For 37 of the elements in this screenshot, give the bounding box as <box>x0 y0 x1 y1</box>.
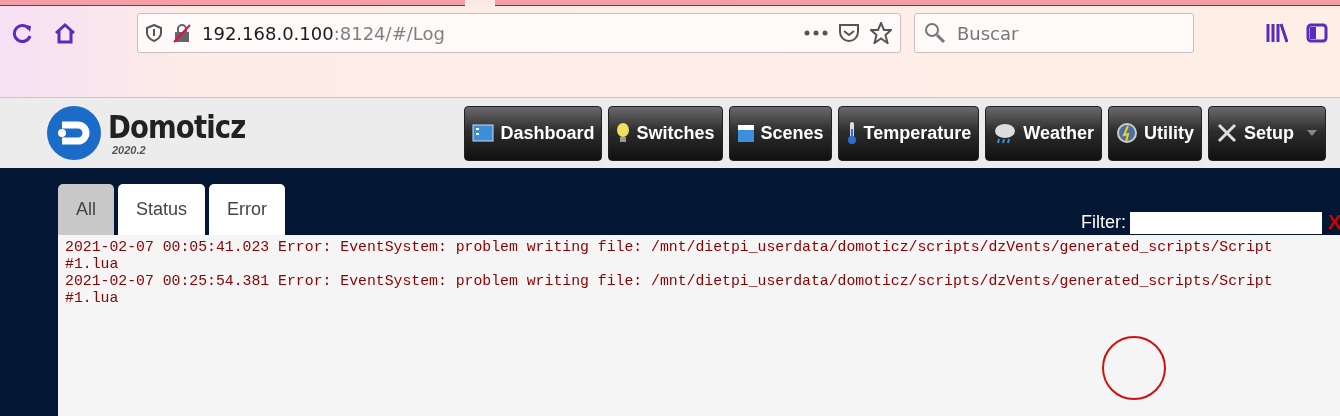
app-version: 2020.2 <box>112 144 147 156</box>
log-line: 2021-02-07 00:25:54.381 Error: EventSystem: problem writing file: /mnt/dietpi_userdata/domoticz/scripts/dzVents/generated_scripts/Script #1.lua <box>65 273 1274 307</box>
monitor-icon <box>472 124 495 142</box>
app-logo <box>46 105 102 161</box>
gauge-icon <box>1115 122 1138 144</box>
nav-button[interactable]: Temperature <box>837 105 980 161</box>
search-field[interactable]: Buscar <box>914 13 1194 53</box>
filter-label: Filter: <box>1081 212 1126 233</box>
thermometer-icon <box>845 121 858 145</box>
filter-field[interactable] <box>1130 211 1322 234</box>
nav-button[interactable]: Scenes <box>728 105 832 161</box>
log-tab[interactable]: Error <box>209 184 286 235</box>
browser-tab[interactable] <box>495 0 1340 6</box>
log-tab[interactable]: Status <box>118 184 206 235</box>
clapperboard-icon <box>736 123 755 143</box>
url-text: 192.168.0.100:8124/#/Log <box>202 22 446 44</box>
insecure-lock-icon[interactable] <box>172 23 192 43</box>
shield-icon[interactable] <box>146 24 162 42</box>
tools-icon <box>1216 122 1238 144</box>
rain-cloud-icon <box>993 122 1018 144</box>
nav-button[interactable]: Setup <box>1208 105 1326 161</box>
nav-button[interactable]: Utility <box>1107 105 1202 161</box>
bulb-icon <box>616 122 631 144</box>
pocket-icon[interactable] <box>838 23 860 43</box>
browser-tab[interactable] <box>0 0 465 6</box>
nav-button[interactable]: Weather <box>985 105 1102 161</box>
more-icon[interactable] <box>804 30 828 36</box>
highlight-circle <box>1101 335 1167 401</box>
log-tab[interactable]: All <box>58 184 114 235</box>
log-line: 2021-02-07 00:05:41.023 Error: EventSystem: problem writing file: /mnt/dietpi_userdata/domoticz/scripts/dzVents/generated_scripts/Script #1.lua <box>65 239 1274 273</box>
address-bar[interactable]: 192.168.0.100:8124/#/Log <box>137 13 901 53</box>
search-icon <box>924 22 946 44</box>
star-icon[interactable] <box>870 22 892 44</box>
nav-button[interactable]: Dashboard <box>464 105 603 161</box>
app-name: Domoticz <box>108 110 246 144</box>
caret-icon <box>1306 129 1318 137</box>
nav-button[interactable]: Switches <box>608 105 723 161</box>
